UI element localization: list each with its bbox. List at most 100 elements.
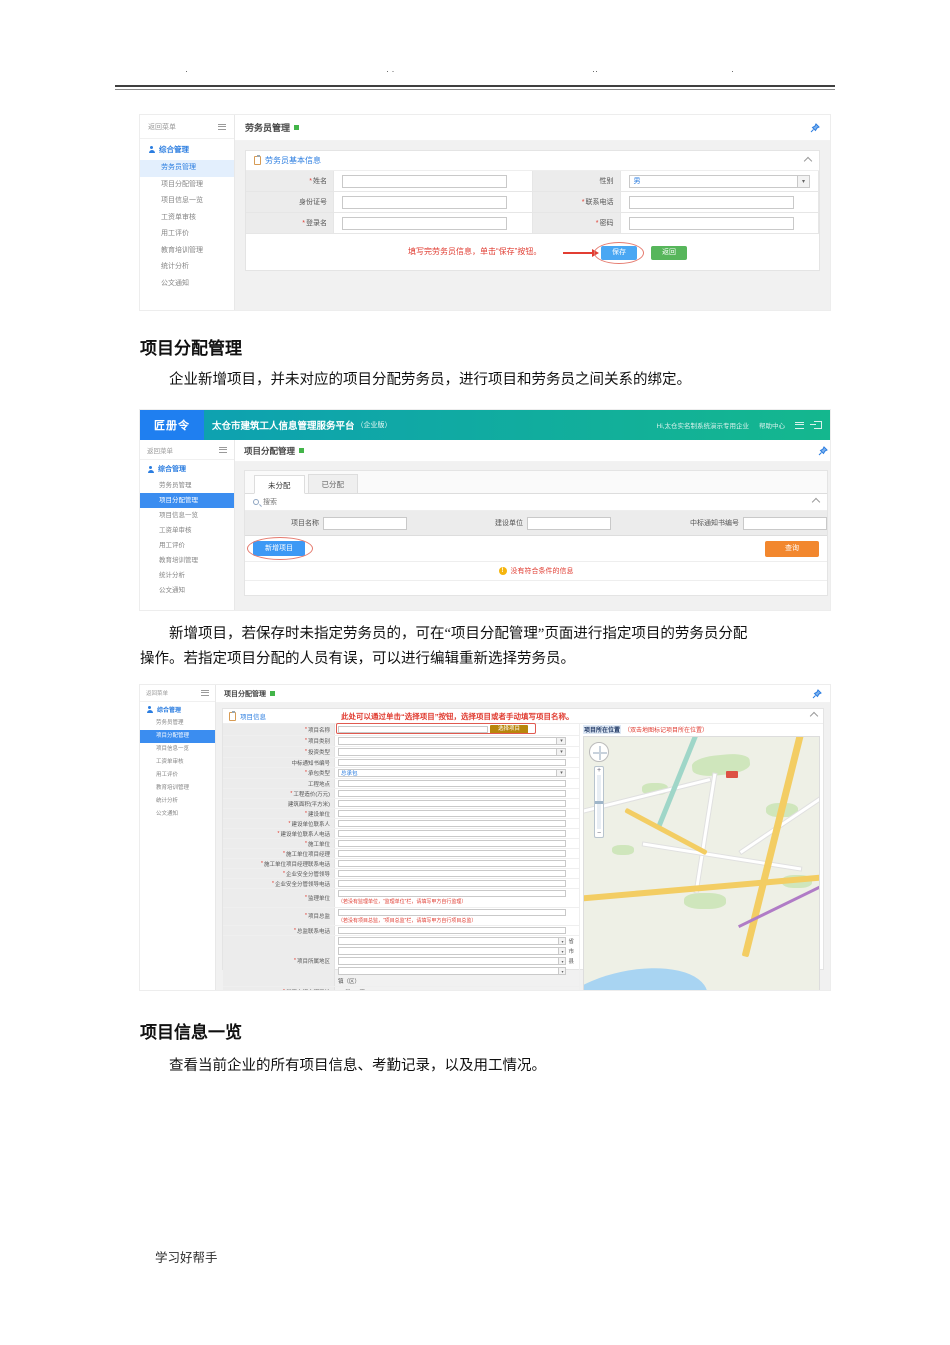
query-button[interactable]: 查询 <box>765 540 819 557</box>
sidebar-item-training[interactable]: 教育培训管理 <box>140 243 234 260</box>
supervisor-phone-input[interactable] <box>338 927 567 934</box>
map[interactable]: + − <box>583 736 820 990</box>
gender-select[interactable]: 男 ▾ <box>628 174 810 188</box>
save-button[interactable]: 保存 <box>601 246 637 260</box>
back-menu-label[interactable]: 返回菜单 <box>146 689 168 697</box>
sidebar-item-project-allocation[interactable]: 项目分配管理 <box>140 493 234 508</box>
sidebar-item-training[interactable]: 教育培训管理 <box>140 782 215 795</box>
zoom-in-icon[interactable]: + <box>597 767 601 774</box>
password-input[interactable] <box>628 216 794 230</box>
field-label: 监理单位 <box>307 895 330 902</box>
help-center-link[interactable]: 帮助中心 <box>759 420 785 430</box>
contract-type-select[interactable]: 总承包 ▾ <box>338 769 567 777</box>
chief-supervisor-input[interactable] <box>338 908 567 916</box>
sidebar-item-training[interactable]: 教育培训管理 <box>140 553 234 568</box>
sidebar-item-employment-eval[interactable]: 用工评价 <box>140 538 234 553</box>
builder-unit-input[interactable] <box>338 840 567 847</box>
project-name-label: 项目名称 <box>291 520 319 527</box>
paragraph: 企业新增项目，并未对应的项目分配劳务员，进行项目和劳务员之间关系的绑定。 <box>169 372 691 388</box>
logout-icon[interactable] <box>810 421 822 429</box>
building-area-input[interactable] <box>338 800 567 807</box>
sidebar-item-project-info[interactable]: 项目信息一览 <box>140 193 234 210</box>
person-icon <box>148 146 155 153</box>
tab-assigned[interactable]: 已分配 <box>307 474 358 493</box>
project-name-input[interactable] <box>338 726 488 733</box>
zoom-slider[interactable] <box>595 775 603 829</box>
sidebar-item-employment-eval[interactable]: 用工评价 <box>140 769 215 782</box>
sidebar-item-labor-management[interactable]: 劳务员管理 <box>140 478 234 493</box>
chevron-down-icon: ▾ <box>558 968 566 974</box>
idcard-label: 身份证号 <box>299 199 327 206</box>
add-project-button[interactable]: 新增项目 <box>253 541 305 556</box>
project-location-input[interactable] <box>338 780 567 787</box>
tab-unassigned[interactable]: 未分配 <box>254 475 305 494</box>
sidebar-item-project-info[interactable]: 项目信息一览 <box>140 508 234 523</box>
name-input[interactable] <box>342 174 507 188</box>
sidebar-item-payroll-audit[interactable]: 工资单审核 <box>140 523 234 538</box>
collapse-menu-icon[interactable] <box>201 690 209 696</box>
bid-notice-no-input[interactable] <box>338 759 567 766</box>
phone-input[interactable] <box>628 195 794 209</box>
sidebar-item-project-allocation[interactable]: 项目分配管理 <box>140 177 234 194</box>
back-menu-label[interactable]: 返回菜单 <box>148 122 176 132</box>
collapse-menu-icon[interactable] <box>218 123 226 130</box>
project-cost-input[interactable] <box>338 790 567 797</box>
idcard-input[interactable] <box>342 195 507 209</box>
project-manager-phone-input[interactable] <box>338 860 567 867</box>
sidebar-item-notices[interactable]: 公文通知 <box>140 276 234 293</box>
safety-leader-input[interactable] <box>338 870 567 877</box>
sidebar-item-notices[interactable]: 公文通知 <box>140 808 215 821</box>
screenshot-project-allocation-list: 匠册令 太仓市建筑工人信息管理服务平台 （企业版） Hi,太仓实名制系统演示专用… <box>140 410 830 610</box>
pin-icon[interactable] <box>810 122 820 133</box>
collapse-menu-icon[interactable] <box>219 446 227 453</box>
project-name-input[interactable] <box>323 516 407 530</box>
menu-icon[interactable] <box>795 421 804 429</box>
sidebar: 返回菜单 综合管理 劳务员管理 项目分配管理 项目信息一览 工资单审核 用工评价… <box>140 440 235 610</box>
sidebar-item-labor-management[interactable]: 劳务员管理 <box>140 717 215 730</box>
construction-contact-phone-input[interactable] <box>338 830 567 837</box>
project-manager-input[interactable] <box>338 850 567 857</box>
zoom-out-icon[interactable]: − <box>597 830 601 837</box>
sidebar-item-statistics[interactable]: 统计分析 <box>140 795 215 808</box>
login-input[interactable] <box>342 216 507 230</box>
footer-text: 学习好帮手 <box>155 1251 218 1265</box>
construction-contact-input[interactable] <box>338 820 567 827</box>
civilized-site-yes-checkbox[interactable] <box>338 989 343 990</box>
civilized-site-no-checkbox[interactable] <box>352 989 358 990</box>
map-pan-control[interactable] <box>589 742 609 762</box>
collapse-search-icon[interactable] <box>811 497 821 507</box>
sidebar-item-statistics[interactable]: 统计分析 <box>140 568 234 583</box>
warning-icon: ! <box>498 567 507 575</box>
sidebar-item-labor-management[interactable]: 劳务员管理 <box>140 160 234 177</box>
sidebar-item-payroll-audit[interactable]: 工资单审核 <box>140 756 215 769</box>
map-zoom-control[interactable]: + − <box>594 766 604 838</box>
sidebar-item-statistics[interactable]: 统计分析 <box>140 259 234 276</box>
safety-leader-phone-input[interactable] <box>338 880 567 887</box>
sidebar-item-project-allocation[interactable]: 项目分配管理 <box>140 730 215 743</box>
city-select[interactable]: ▾ <box>338 947 567 955</box>
sidebar-item-employment-eval[interactable]: 用工评价 <box>140 226 234 243</box>
paragraph: 查看当前企业的所有项目信息、考勤记录，以及用工情况。 <box>169 1058 546 1074</box>
sidebar-item-payroll-audit[interactable]: 工资单审核 <box>140 210 234 227</box>
province-select[interactable]: ▾ <box>338 937 567 945</box>
app-title: 太仓市建筑工人信息管理服务平台 <box>212 421 355 432</box>
investment-type-select[interactable]: ▾ <box>338 748 567 756</box>
pin-icon[interactable] <box>818 445 828 456</box>
back-menu-label[interactable]: 返回菜单 <box>147 445 173 455</box>
supervision-unit-input[interactable] <box>338 890 567 897</box>
back-button[interactable]: 返回 <box>651 246 687 260</box>
county-select[interactable]: ▾ <box>338 957 567 965</box>
bid-notice-no-input[interactable] <box>743 516 827 530</box>
field-label: 施工单位 <box>307 841 330 848</box>
collapse-panel-icon[interactable] <box>803 156 813 165</box>
sidebar-item-notices[interactable]: 公文通知 <box>140 583 234 598</box>
sidebar-item-project-info[interactable]: 项目信息一览 <box>140 743 215 756</box>
collapse-panel-icon[interactable] <box>809 711 819 721</box>
choose-project-button[interactable]: 选择项目 <box>490 725 528 734</box>
phone-label: 联系电话 <box>585 199 614 206</box>
project-category-select[interactable]: ▾ <box>338 737 567 745</box>
construction-unit-input[interactable] <box>527 516 611 530</box>
construction-unit-input[interactable] <box>338 810 567 817</box>
pin-icon[interactable] <box>812 688 822 699</box>
town-select[interactable]: ▾ <box>338 967 567 975</box>
